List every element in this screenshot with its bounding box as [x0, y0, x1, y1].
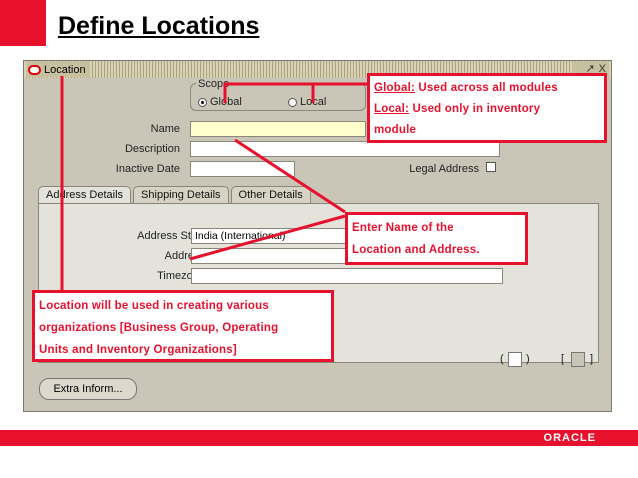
oracle-logo: ORACLE: [543, 432, 596, 444]
annotation-global-term: Global:: [374, 82, 416, 94]
annotation-location-line2: organizations [Business Group, Operating: [39, 322, 279, 334]
slide: Define Locations Location _ ↗ X Scope Gl…: [0, 0, 638, 478]
footer-bar: [0, 430, 638, 446]
connector-address-field: [189, 214, 346, 261]
annotation-location-usage: Location will be used in creating variou…: [32, 290, 334, 362]
annotation-local-text: Used only in inventory: [409, 103, 541, 115]
connector-name-field: [234, 138, 346, 214]
connector-scope-global: [223, 82, 367, 103]
annotation-scope: Global: Used across all modules Local: U…: [367, 73, 607, 143]
annotation-scope-line3: module: [374, 124, 417, 136]
annotation-global-text: Used across all modules: [415, 82, 558, 94]
annotation-name-line2: Location and Address.: [352, 244, 480, 256]
annotation-location-line3: Units and Inventory Organizations]: [39, 344, 237, 356]
annotation-location-line1: Location will be used in creating variou…: [39, 300, 269, 312]
annotation-connectors: [60, 76, 367, 293]
annotation-name-address: Enter Name of the Location and Address.: [345, 212, 528, 265]
annotation-local-term: Local:: [374, 103, 410, 115]
annotation-name-line1: Enter Name of the: [352, 222, 454, 234]
